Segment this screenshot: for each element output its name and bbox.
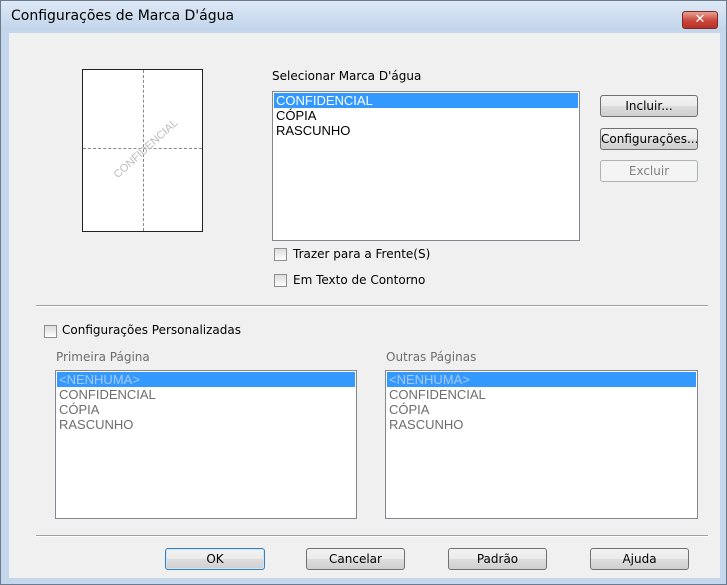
first-page-list-item[interactable]: CONFIDENCIAL <box>57 387 355 402</box>
select-watermark-label: Selecionar Marca D'água <box>272 69 422 83</box>
custom-settings-checkbox[interactable] <box>44 325 57 338</box>
first-page-listbox[interactable]: <NENHUMA> CONFIDENCIAL CÓPIA RASCUNHO <box>55 370 357 519</box>
first-page-list-item[interactable]: CÓPIA <box>57 402 355 417</box>
close-icon: ✕ <box>694 12 706 27</box>
separator <box>36 305 708 307</box>
other-pages-listbox[interactable]: <NENHUMA> CONFIDENCIAL CÓPIA RASCUNHO <box>385 370 698 519</box>
first-page-label: Primeira Página <box>56 350 150 364</box>
footer-separator <box>36 535 708 537</box>
bring-to-front-label: Trazer para a Frente(S) <box>293 247 431 261</box>
custom-settings-label: Configurações Personalizadas <box>62 323 242 337</box>
title-bar[interactable]: Configurações de Marca D'água ✕ <box>1 1 726 31</box>
include-button[interactable]: Incluir... <box>600 95 698 117</box>
ok-button[interactable]: OK <box>165 548 265 570</box>
watermark-list-item[interactable]: RASCUNHO <box>274 123 578 138</box>
other-pages-list-item[interactable]: CONFIDENCIAL <box>387 387 696 402</box>
outline-text-label: Em Texto de Contorno <box>293 273 426 287</box>
close-button[interactable]: ✕ <box>682 11 718 29</box>
other-pages-list-item[interactable]: RASCUNHO <box>387 417 696 432</box>
watermark-list-item[interactable]: CÓPIA <box>274 108 578 123</box>
other-pages-list-item[interactable]: <NENHUMA> <box>387 372 696 387</box>
settings-button[interactable]: Configurações... <box>600 128 698 150</box>
first-page-list-item[interactable]: RASCUNHO <box>57 417 355 432</box>
first-page-list-item[interactable]: <NENHUMA> <box>57 372 355 387</box>
watermark-listbox[interactable]: CONFIDENCIAL CÓPIA RASCUNHO <box>272 91 580 241</box>
watermark-list-item[interactable]: CONFIDENCIAL <box>274 93 578 108</box>
outline-text-checkbox[interactable] <box>274 274 287 287</box>
delete-button[interactable]: Excluir <box>600 160 698 182</box>
cancel-button[interactable]: Cancelar <box>306 548 405 570</box>
watermark-preview: CONFIDENCIAL <box>82 69 203 232</box>
other-pages-label: Outras Páginas <box>386 350 477 364</box>
other-pages-list-item[interactable]: CÓPIA <box>387 402 696 417</box>
dialog-body: CONFIDENCIAL Selecionar Marca D'água CON… <box>9 33 720 578</box>
default-button[interactable]: Padrão <box>448 548 547 570</box>
dialog-window: Configurações de Marca D'água ✕ CONFIDEN… <box>0 0 727 585</box>
help-button[interactable]: Ajuda <box>590 548 689 570</box>
bring-to-front-checkbox[interactable] <box>274 248 287 261</box>
dialog-title: Configurações de Marca D'água <box>11 8 235 24</box>
preview-watermark-text: CONFIDENCIAL <box>111 117 181 181</box>
